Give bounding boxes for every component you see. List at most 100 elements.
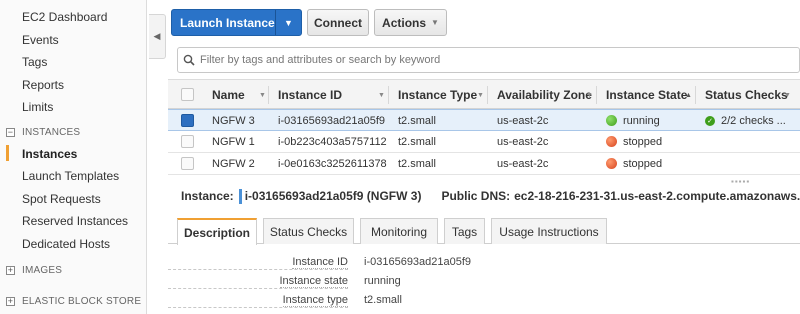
column-header-instance-id[interactable]: Instance ID bbox=[278, 80, 342, 109]
sort-caret-icon: ▼ bbox=[586, 92, 593, 99]
cell-name: NGFW 2 bbox=[212, 157, 255, 170]
actions-label: Actions bbox=[382, 15, 427, 30]
cell-availability-zone: us-east-2c bbox=[497, 157, 549, 170]
sort-caret-icon: ▼ bbox=[378, 92, 385, 99]
section-ebs-label: ELASTIC BLOCK STORE bbox=[22, 296, 142, 307]
launch-instance-label: Launch Instance bbox=[180, 15, 275, 30]
instance-marker-icon bbox=[238, 188, 242, 204]
tab-usage-instructions[interactable]: Usage Instructions bbox=[491, 218, 607, 244]
cell-instance-state: stopped bbox=[606, 131, 662, 152]
public-dns-value: ec2-18-216-231-31.us-east-2.compute.amaz… bbox=[514, 189, 800, 203]
chevron-down-icon: ▼ bbox=[431, 18, 439, 27]
cell-instance-type: t2.small bbox=[398, 114, 436, 127]
search-input[interactable] bbox=[200, 54, 799, 66]
check-circle-icon: ✓ bbox=[705, 115, 715, 126]
state-label: running bbox=[623, 114, 660, 127]
active-indicator bbox=[6, 145, 9, 161]
cell-instance-state: running bbox=[606, 110, 660, 131]
sidebar: EC2 Dashboard Events Tags Reports Limits… bbox=[0, 0, 147, 314]
cell-availability-zone: us-east-2c bbox=[497, 135, 549, 148]
actions-button[interactable]: Actions ▼ bbox=[374, 9, 447, 36]
connect-label: Connect bbox=[314, 15, 362, 30]
detail-value-instance-type: t2.small bbox=[364, 294, 402, 306]
search-bar[interactable] bbox=[177, 47, 800, 73]
column-header-name[interactable]: Name bbox=[212, 80, 245, 109]
instances-table: Name ▼ Instance ID ▼ Instance Type ▼ Ava… bbox=[168, 79, 800, 175]
instance-summary: Instance: i-03165693ad21a05f9 (NGFW 3) P… bbox=[181, 188, 800, 204]
pane-splitter[interactable]: ▪▪▪▪▪ bbox=[168, 177, 800, 186]
select-all-checkbox[interactable] bbox=[181, 88, 194, 101]
cell-instance-id: i-0e0163c3252611378 bbox=[278, 157, 387, 170]
collapse-minus-icon: − bbox=[6, 127, 15, 137]
table-row[interactable]: NGFW 2 i-0e0163c3252611378 t2.small us-e… bbox=[168, 153, 800, 175]
section-images-toggle[interactable]: + IMAGES bbox=[6, 265, 62, 276]
tab-monitoring[interactable]: Monitoring bbox=[360, 218, 438, 244]
section-instances-label: INSTANCES bbox=[22, 127, 81, 138]
drag-handle-icon: ▪▪▪▪▪ bbox=[731, 177, 751, 186]
nav-launch-templates[interactable]: Launch Templates bbox=[22, 169, 119, 183]
chevron-left-icon: ◀ bbox=[153, 31, 161, 41]
launch-instance-button[interactable]: Launch Instance ▼ bbox=[171, 9, 302, 36]
section-instances-toggle[interactable]: − INSTANCES bbox=[6, 127, 80, 138]
main-panel: Launch Instance ▼ Connect Actions ▼ Name… bbox=[168, 0, 800, 314]
cell-instance-id: i-0b223c403a5757112 bbox=[278, 135, 387, 148]
running-status-icon bbox=[606, 115, 617, 126]
instance-value: i-03165693ad21a05f9 (NGFW 3) bbox=[244, 189, 422, 203]
section-ebs-toggle[interactable]: + ELASTIC BLOCK STORE bbox=[6, 296, 141, 307]
detail-label-instance-id: Instance ID bbox=[168, 256, 348, 270]
nav-instances[interactable]: Instances bbox=[22, 147, 77, 161]
sort-ascending-icon: ▲ bbox=[685, 92, 692, 99]
nav-limits[interactable]: Limits bbox=[22, 100, 53, 114]
detail-value-instance-state: running bbox=[364, 275, 401, 287]
sort-caret-icon: ▼ bbox=[477, 92, 484, 99]
caret-down-icon: ▼ bbox=[284, 17, 293, 28]
nav-events[interactable]: Events bbox=[22, 33, 59, 47]
nav-dedicated-hosts[interactable]: Dedicated Hosts bbox=[22, 237, 110, 251]
tab-description[interactable]: Description bbox=[177, 218, 257, 245]
nav-reports[interactable]: Reports bbox=[22, 78, 64, 92]
row-checkbox[interactable] bbox=[181, 114, 194, 127]
cell-name: NGFW 3 bbox=[212, 114, 255, 127]
nav-tags[interactable]: Tags bbox=[22, 55, 47, 69]
search-icon bbox=[178, 54, 200, 66]
state-label: stopped bbox=[623, 157, 663, 170]
expand-plus-icon: + bbox=[6, 265, 15, 275]
section-images-label: IMAGES bbox=[22, 265, 63, 276]
row-checkbox[interactable] bbox=[181, 157, 194, 170]
table-row[interactable]: NGFW 3 i-03165693ad21a05f9 t2.small us-e… bbox=[168, 109, 800, 131]
cell-instance-type: t2.small bbox=[398, 135, 436, 148]
tab-tags[interactable]: Tags bbox=[444, 218, 485, 244]
nav-ec2-dashboard[interactable]: EC2 Dashboard bbox=[22, 10, 107, 24]
table-header: Name ▼ Instance ID ▼ Instance Type ▼ Ava… bbox=[168, 79, 800, 109]
detail-tabs: Description Status Checks Monitoring Tag… bbox=[168, 218, 800, 245]
column-header-availability-zone[interactable]: Availability Zone bbox=[497, 80, 592, 109]
state-label: stopped bbox=[623, 135, 663, 148]
sort-caret-icon: ▼ bbox=[784, 92, 791, 99]
cell-availability-zone: us-east-2c bbox=[497, 114, 549, 127]
connect-button[interactable]: Connect bbox=[307, 9, 369, 36]
instance-label: Instance: bbox=[181, 189, 234, 203]
detail-value-instance-id: i-03165693ad21a05f9 bbox=[364, 256, 472, 268]
expand-plus-icon: + bbox=[6, 296, 15, 306]
row-checkbox[interactable] bbox=[181, 135, 194, 148]
cell-instance-state: stopped bbox=[606, 153, 662, 174]
column-header-instance-type[interactable]: Instance Type bbox=[398, 80, 477, 109]
cell-instance-id: i-03165693ad21a05f9 bbox=[278, 114, 386, 127]
cell-status-checks: ✓ 2/2 checks ... bbox=[705, 110, 786, 131]
stopped-status-icon bbox=[606, 158, 617, 169]
collapse-sidebar-button[interactable]: ◀ bbox=[149, 14, 166, 59]
tab-status-checks[interactable]: Status Checks bbox=[263, 218, 354, 244]
stopped-status-icon bbox=[606, 136, 617, 147]
detail-label-instance-state: Instance state bbox=[168, 275, 348, 289]
nav-spot-requests[interactable]: Spot Requests bbox=[22, 192, 101, 206]
cell-instance-type: t2.small bbox=[398, 157, 436, 170]
nav-reserved-instances[interactable]: Reserved Instances bbox=[22, 214, 128, 228]
status-checks-label: 2/2 checks ... bbox=[721, 114, 786, 127]
column-header-status-checks[interactable]: Status Checks bbox=[705, 80, 788, 109]
sort-caret-icon: ▼ bbox=[259, 92, 266, 99]
column-header-instance-state[interactable]: Instance State bbox=[606, 80, 687, 109]
detail-label-instance-type: Instance type bbox=[168, 294, 348, 308]
cell-name: NGFW 1 bbox=[212, 135, 255, 148]
table-row[interactable]: NGFW 1 i-0b223c403a5757112 t2.small us-e… bbox=[168, 131, 800, 153]
launch-dropdown-toggle[interactable]: ▼ bbox=[275, 10, 301, 35]
